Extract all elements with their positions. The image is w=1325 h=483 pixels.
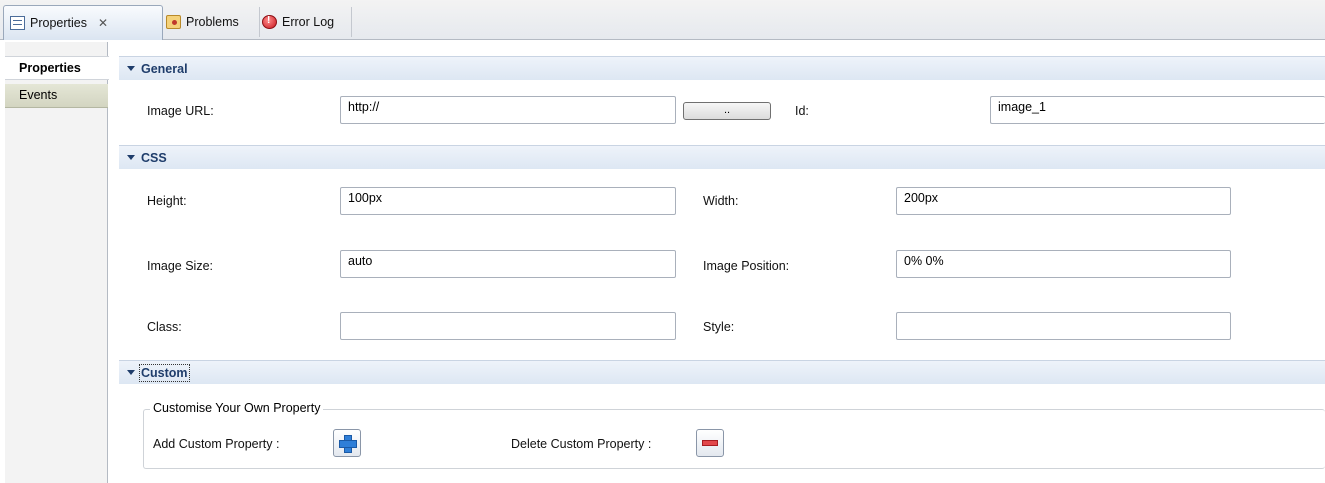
tab-problems-label: Problems (186, 15, 239, 29)
tab-error-log-label: Error Log (282, 15, 335, 29)
tab-properties-label: Properties (30, 16, 87, 30)
delete-custom-property-label: Delete Custom Property : (511, 437, 652, 451)
add-custom-property-label: Add Custom Property : (153, 437, 280, 451)
properties-view: Properties ✕ Problems Error Log Properti… (0, 0, 1325, 483)
expand-triangle-icon (127, 370, 135, 375)
section-css-title: CSS (141, 150, 167, 165)
id-label: Id: (795, 104, 809, 118)
width-field[interactable]: 200px (896, 187, 1231, 215)
tab-problems[interactable]: Problems (160, 7, 260, 37)
section-css-header[interactable]: CSS (119, 145, 1325, 169)
height-label: Height: (147, 194, 187, 208)
class-label: Class: (147, 320, 182, 334)
image-size-label: Image Size: (147, 259, 214, 273)
image-url-label: Image URL: (147, 104, 214, 118)
section-custom-header[interactable]: Custom (119, 360, 1325, 384)
plus-icon (339, 435, 357, 453)
section-general-header[interactable]: General (119, 56, 1325, 80)
image-url-field[interactable]: http:// (340, 96, 676, 124)
custom-group-title: Customise Your Own Property (150, 401, 324, 415)
style-label: Style: (703, 320, 735, 334)
problems-icon (166, 15, 181, 29)
style-field[interactable] (896, 312, 1231, 340)
properties-icon (10, 16, 25, 30)
height-field[interactable]: 100px (340, 187, 676, 215)
expand-triangle-icon (127, 66, 135, 71)
id-field[interactable]: image_1 (990, 96, 1325, 124)
error-log-icon (262, 15, 277, 29)
delete-custom-property-button[interactable] (696, 429, 724, 457)
section-custom-title: Custom (139, 363, 190, 382)
custom-property-group (143, 409, 1325, 469)
browse-button[interactable]: .. (683, 102, 771, 120)
class-field[interactable] (340, 312, 676, 340)
section-general-title: General (141, 61, 188, 76)
add-custom-property-button[interactable] (333, 429, 361, 457)
tab-error-log[interactable]: Error Log (256, 7, 352, 37)
image-size-field[interactable]: auto (340, 250, 676, 278)
nav-item-properties[interactable]: Properties (5, 56, 109, 80)
width-label: Width: (703, 194, 739, 208)
tab-properties[interactable]: Properties ✕ (3, 5, 163, 40)
image-position-label: Image Position: (703, 259, 790, 273)
property-category-nav: Properties Events (5, 42, 109, 483)
minus-icon (702, 440, 718, 446)
view-tab-strip: Properties ✕ Problems Error Log (0, 0, 1325, 40)
close-icon[interactable]: ✕ (98, 16, 108, 30)
image-position-field[interactable]: 0% 0% (896, 250, 1231, 278)
expand-triangle-icon (127, 155, 135, 160)
nav-item-events[interactable]: Events (5, 84, 108, 108)
